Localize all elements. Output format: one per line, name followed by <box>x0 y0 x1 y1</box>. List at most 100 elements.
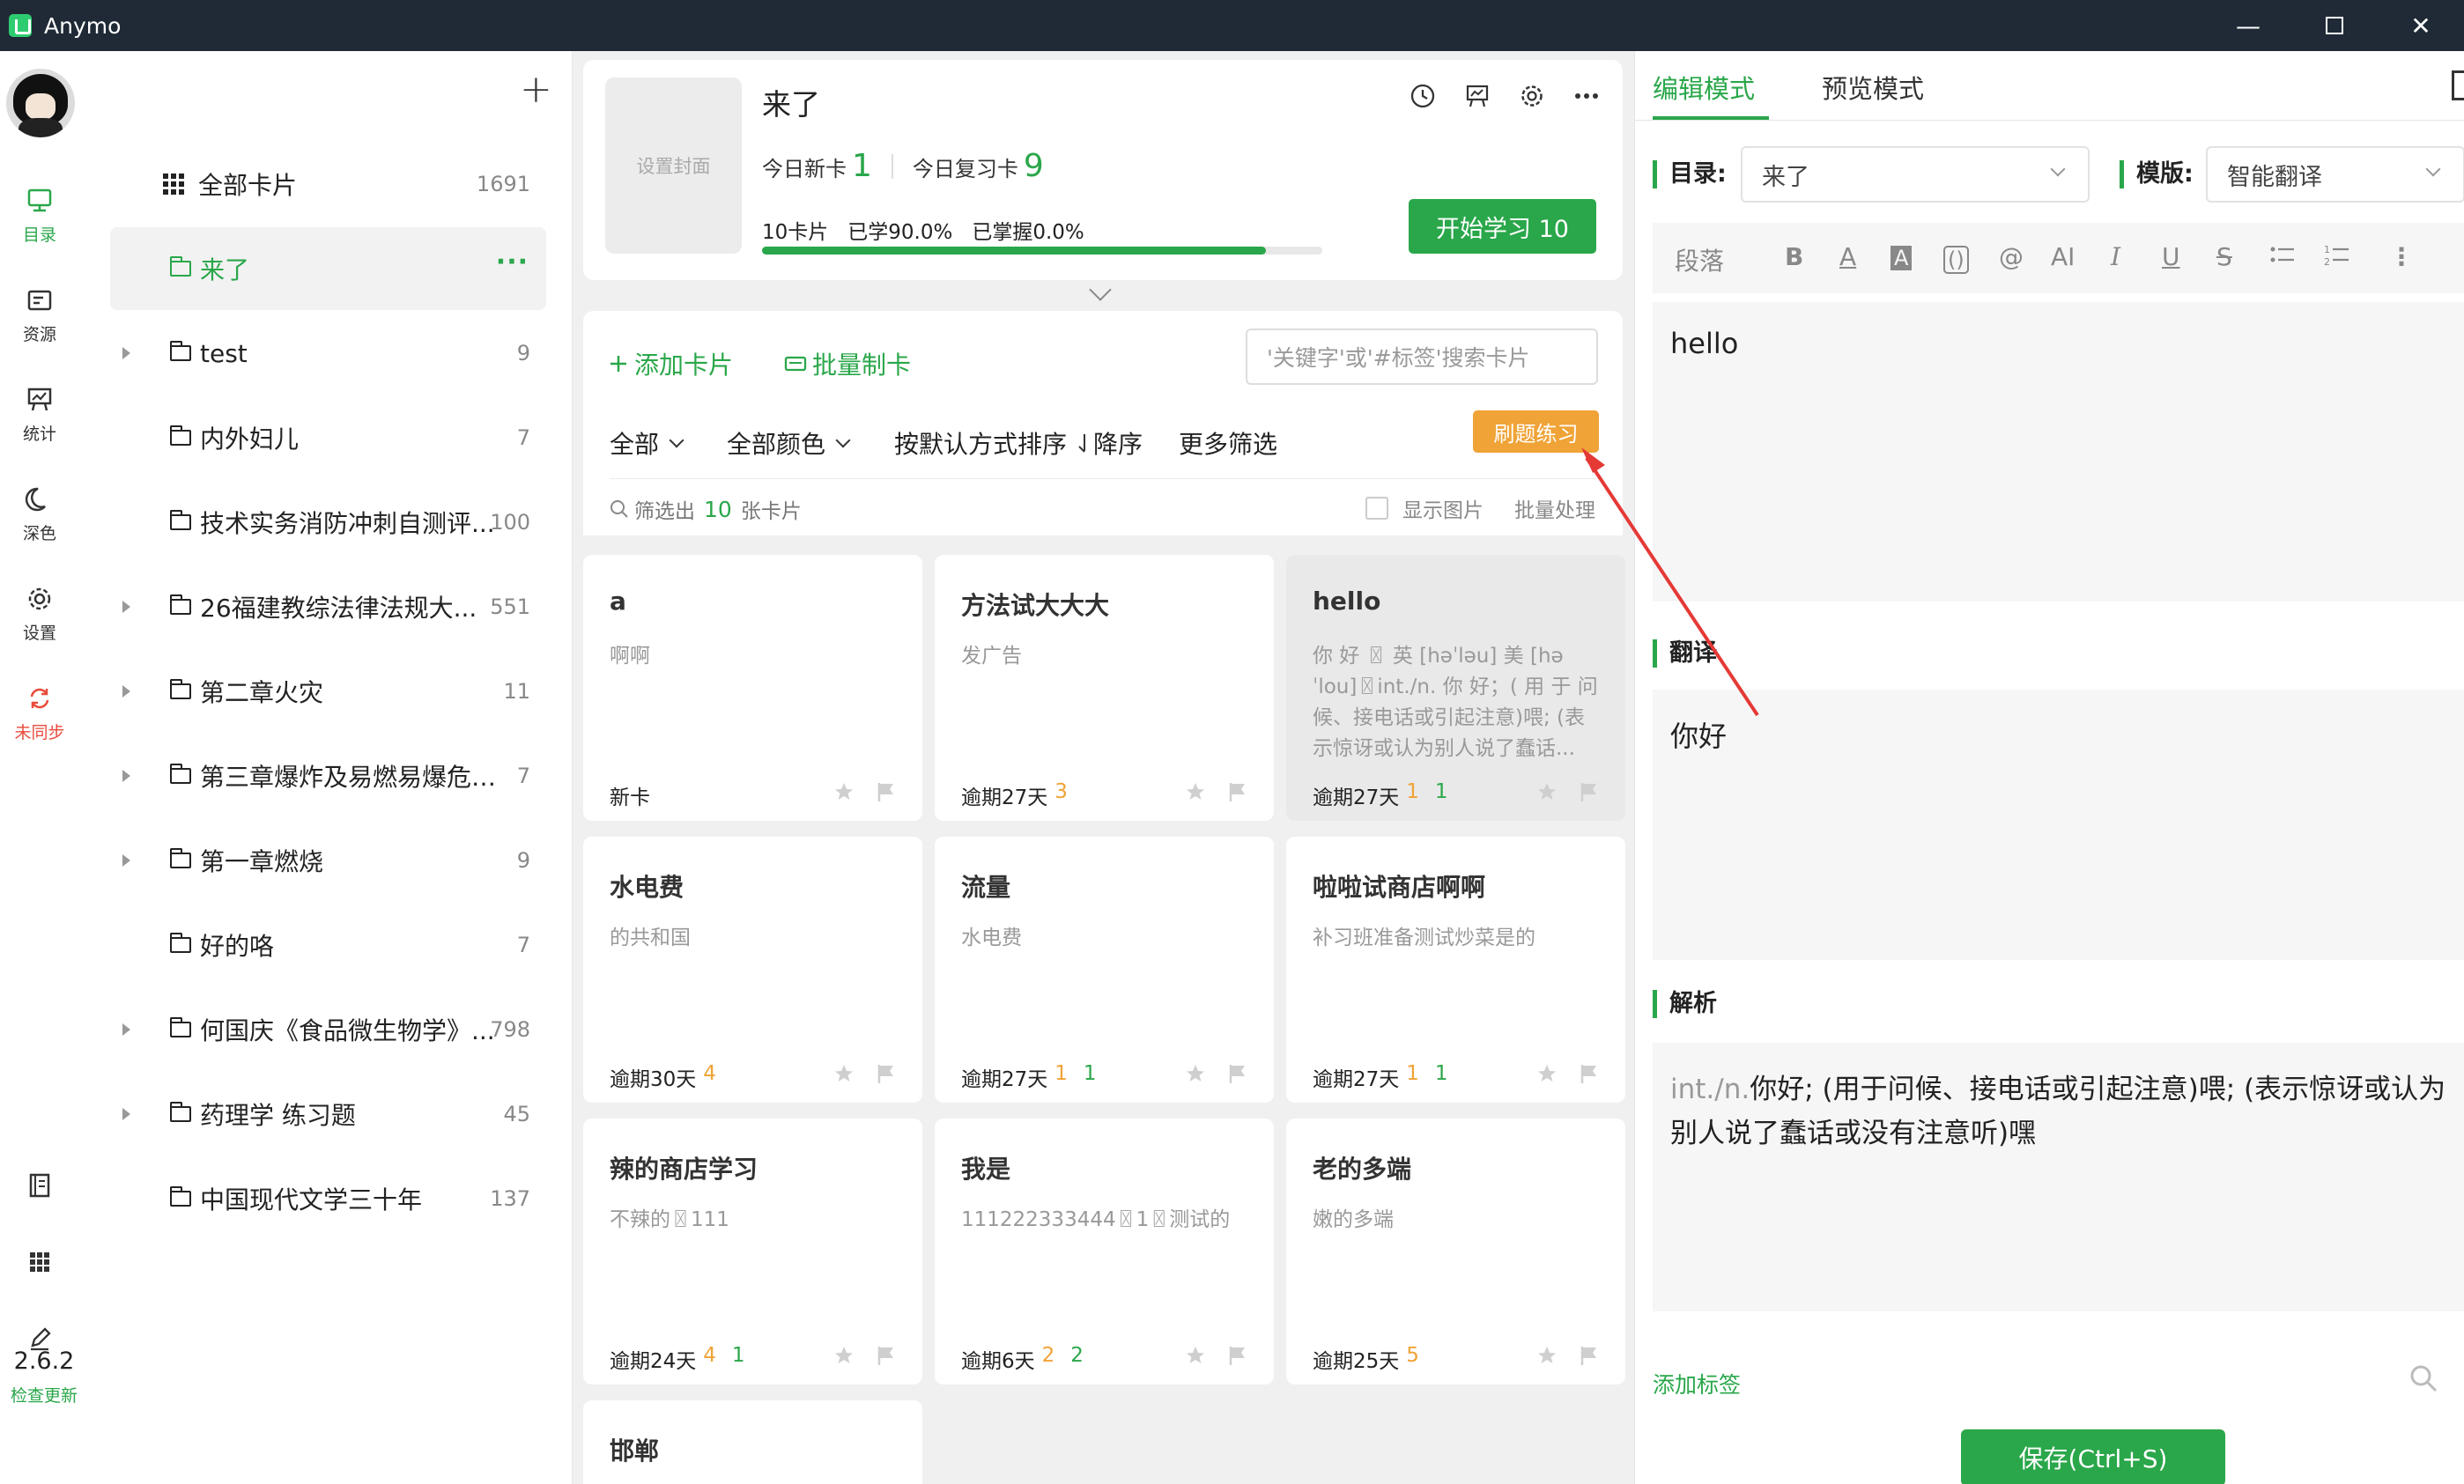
dir-all-cards[interactable]: 全部卡片 1691 <box>110 143 546 225</box>
directory-select[interactable]: 来了 <box>1741 146 2090 203</box>
batch-make-button[interactable]: 批量制卡 <box>784 346 911 381</box>
highlight-icon[interactable]: A <box>1891 246 1913 270</box>
flag-icon[interactable] <box>1578 1345 1599 1366</box>
rail-resources[interactable]: 资源 <box>0 283 79 345</box>
font-size-icon[interactable]: AI <box>2051 242 2075 271</box>
add-tag-button[interactable]: 添加标签 <box>1653 1368 1741 1399</box>
star-icon[interactable] <box>1536 781 1558 802</box>
save-button[interactable]: 保存(Ctrl+S) <box>1961 1429 2225 1484</box>
dir-item[interactable]: 来了 ··· <box>110 227 546 310</box>
rail-settings[interactable]: 设置 <box>0 581 79 644</box>
flag-icon[interactable] <box>1226 1063 1247 1084</box>
dir-item[interactable]: 26福建教综法律法规大... 551 <box>110 565 546 648</box>
set-cover-button[interactable]: 设置封面 <box>605 78 742 254</box>
search-icon[interactable] <box>2409 1363 2438 1393</box>
show-images-checkbox[interactable] <box>1365 497 1388 520</box>
bold-icon[interactable]: B <box>1785 242 1803 271</box>
rail-directory[interactable]: 目录 <box>0 183 79 246</box>
rail-stats[interactable]: 统计 <box>0 382 79 445</box>
deck-stats-button[interactable] <box>1461 79 1494 113</box>
close-button[interactable]: ✕ <box>2378 0 2464 51</box>
card-item[interactable]: 辣的商店学习 不辣的〿111 逾期24天 4 1 <box>583 1119 922 1384</box>
flag-icon[interactable] <box>1578 1063 1599 1084</box>
expand-arrow-icon[interactable] <box>122 685 130 698</box>
expand-arrow-icon[interactable] <box>122 601 130 613</box>
analysis-editor[interactable]: int./n.你好; (用于问候、接电话或引起注意)喂; (表示惊讶或认为别人说… <box>1653 1043 2464 1311</box>
deck-settings-button[interactable] <box>1515 79 1549 113</box>
sort-dropdown[interactable]: 按默认方式排序 降序 <box>894 425 1143 461</box>
add-folder-button[interactable]: + <box>520 67 552 112</box>
card-item[interactable]: a 啊啊 新卡 <box>583 555 922 821</box>
translation-editor[interactable]: 你好 <box>1653 690 2464 960</box>
rail-dark-mode[interactable]: 深色 <box>0 482 79 544</box>
show-images-toggle[interactable]: 显示图片 <box>1365 493 1484 523</box>
expand-arrow-icon[interactable] <box>122 854 130 867</box>
dir-item[interactable]: 中国现代文学三十年 137 <box>110 1157 546 1240</box>
check-update-link[interactable]: 检查更新 <box>0 1383 88 1406</box>
rail-sync[interactable]: 未同步 <box>0 681 79 743</box>
star-icon[interactable] <box>833 1345 855 1366</box>
dir-item[interactable]: 第二章火灾 11 <box>110 650 546 733</box>
filter-all-dropdown[interactable]: 全部 <box>610 425 684 461</box>
dir-item[interactable]: 第三章爆炸及易燃易爆危险... 7 <box>110 735 546 817</box>
card-item[interactable]: 啦啦试商店啊啊 补习班准备测试炒菜是的 逾期27天 1 1 <box>1286 837 1625 1103</box>
star-icon[interactable] <box>833 1063 855 1084</box>
flag-icon[interactable] <box>1226 781 1247 802</box>
more-vertical-icon[interactable]: ⋮ <box>2389 242 2414 271</box>
expand-arrow-icon[interactable] <box>122 1023 130 1036</box>
card-item[interactable]: 老的多端 嫩的多端 逾期25天 5 <box>1286 1119 1625 1384</box>
underline-icon[interactable]: U <box>2162 242 2180 271</box>
front-editor[interactable]: hello <box>1653 302 2464 602</box>
flag-icon[interactable] <box>1578 781 1599 802</box>
expand-arrow-icon[interactable] <box>122 770 130 782</box>
card-item[interactable]: hello 你 好 〿 英 [həˈləu] 美 [həˈlou]〿int./n.… <box>1286 555 1625 821</box>
star-icon[interactable] <box>1536 1063 1558 1084</box>
deck-more-button[interactable] <box>1570 79 1603 113</box>
apps-grid-button[interactable] <box>0 1244 79 1283</box>
mention-icon[interactable]: @ <box>1999 242 2024 271</box>
tab-edit-mode[interactable]: 编辑模式 <box>1653 69 1755 106</box>
flag-icon[interactable] <box>875 1345 896 1366</box>
avatar[interactable] <box>6 69 75 137</box>
history-button[interactable] <box>1406 79 1439 113</box>
strikethrough-icon[interactable]: S <box>2216 242 2232 271</box>
filter-color-dropdown[interactable]: 全部颜色 <box>727 425 851 461</box>
card-item[interactable]: 我是 111222333444〿1〿测试的 逾期6天 2 2 <box>935 1119 1274 1384</box>
dir-item[interactable]: 内外妇儿 7 <box>110 396 546 479</box>
expand-arrow-icon[interactable] <box>122 1108 130 1120</box>
star-icon[interactable] <box>1185 781 1206 802</box>
paragraph-dropdown[interactable]: 段落 <box>1675 242 1724 277</box>
more-filters-button[interactable]: 更多筛选 <box>1179 425 1277 461</box>
maximize-button[interactable] <box>2291 0 2378 51</box>
card-item[interactable]: 水电费 的共和国 逾期30天 4 <box>583 837 922 1103</box>
add-card-button[interactable]: 添加卡片 <box>608 346 733 381</box>
dir-item[interactable]: 第一章燃烧 9 <box>110 819 546 902</box>
card-item[interactable]: 方法试大大大 发广告 逾期27天 3 <box>935 555 1274 821</box>
card-search-input[interactable]: '关键字'或'#标签'搜索卡片 <box>1246 329 1598 385</box>
expand-arrow-icon[interactable] <box>122 347 130 359</box>
notebook-button[interactable] <box>0 1168 79 1207</box>
dir-item[interactable]: 好的咯 7 <box>110 904 546 986</box>
flag-icon[interactable] <box>875 1063 896 1084</box>
dir-item[interactable]: 技术实务消防冲刺自测评... 100 <box>110 481 546 564</box>
star-icon[interactable] <box>1185 1063 1206 1084</box>
flag-icon[interactable] <box>1226 1345 1247 1366</box>
dir-item[interactable]: test 9 <box>110 312 546 395</box>
dir-item[interactable]: 何国庆《食品微生物学》... 798 <box>110 988 546 1071</box>
batch-process-button[interactable]: 批量处理 <box>1514 493 1595 523</box>
italic-icon[interactable]: I <box>2111 242 2120 271</box>
bullet-list-icon[interactable] <box>2269 242 2296 273</box>
start-study-button[interactable]: 开始学习 10 <box>1409 199 1596 254</box>
expand-icon[interactable] <box>2452 70 2464 100</box>
card-item[interactable]: 流量 水电费 逾期27天 1 1 <box>935 837 1274 1103</box>
dir-item[interactable]: 药理学 练习题 45 <box>110 1073 546 1155</box>
numbered-list-icon[interactable]: 12 <box>2324 242 2350 273</box>
flag-icon[interactable] <box>875 781 896 802</box>
card-item[interactable]: 邯郸 <box>583 1400 922 1484</box>
minimize-button[interactable]: — <box>2205 0 2291 51</box>
text-color-icon[interactable]: A <box>1839 242 1856 271</box>
cloze-icon[interactable]: () <box>1943 246 1969 274</box>
drill-practice-button[interactable]: 刷题练习 <box>1473 410 1599 453</box>
template-select[interactable]: 智能翻译 <box>2206 146 2464 203</box>
star-icon[interactable] <box>1185 1345 1206 1366</box>
